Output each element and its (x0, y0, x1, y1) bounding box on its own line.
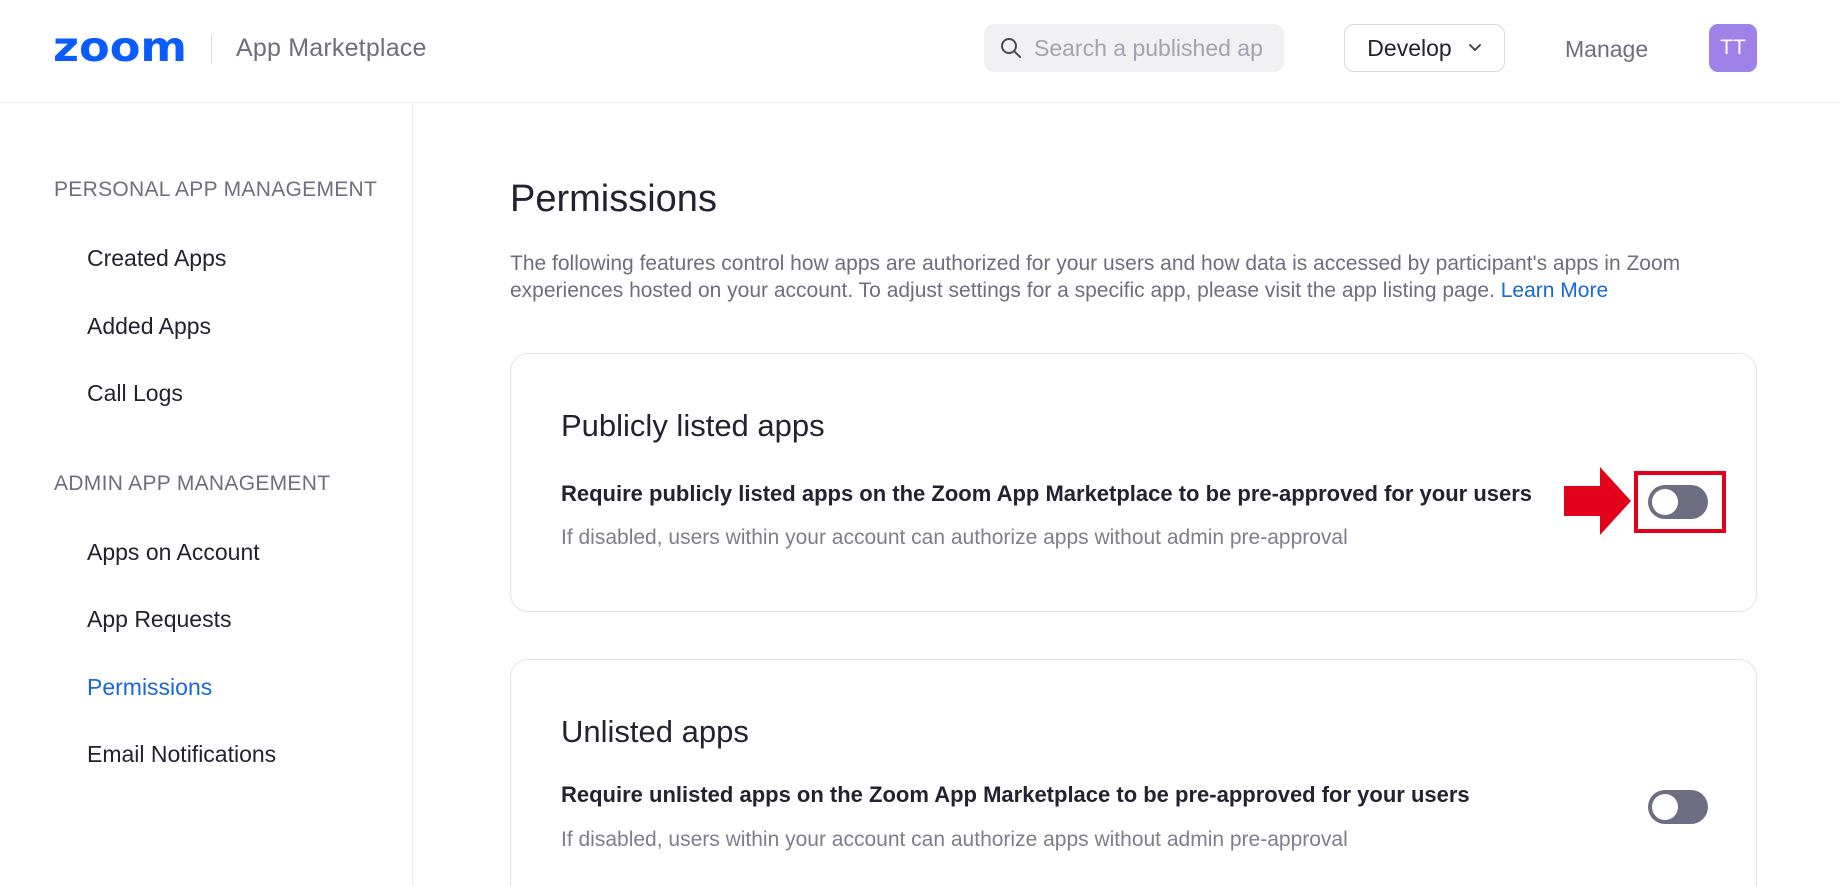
toggle-unlisted-apps[interactable] (1648, 790, 1708, 824)
sidebar-item-app-requests[interactable]: App Requests (87, 606, 231, 633)
unlisted-apps-card: Unlisted apps Require unlisted apps on t… (510, 659, 1757, 886)
setting-label: Require publicly listed apps on the Zoom… (561, 481, 1533, 506)
page-description: The following features control how apps … (510, 250, 1700, 304)
annotation-highlight-box (1634, 471, 1726, 533)
page-title: Permissions (510, 178, 717, 220)
svg-text:zoom: zoom (53, 28, 187, 68)
search-input[interactable] (1034, 34, 1264, 62)
setting-description: If disabled, users within your account c… (561, 828, 1348, 851)
sidebar: PERSONAL APP MANAGEMENT Created Apps Add… (0, 104, 413, 886)
sidebar-item-email-notifications[interactable]: Email Notifications (87, 741, 276, 768)
manage-link[interactable]: Manage (1565, 36, 1648, 63)
section-title-personal: PERSONAL APP MANAGEMENT (54, 178, 378, 201)
learn-more-link[interactable]: Learn More (1501, 279, 1608, 302)
sidebar-item-permissions[interactable]: Permissions (87, 674, 212, 701)
card-title: Publicly listed apps (561, 408, 825, 443)
sidebar-item-created-apps[interactable]: Created Apps (87, 245, 226, 272)
card-title: Unlisted apps (561, 714, 749, 749)
setting-label: Require unlisted apps on the Zoom App Ma… (561, 782, 1470, 807)
search-icon (1001, 38, 1021, 58)
logo-divider (211, 34, 212, 64)
section-title-admin: ADMIN APP MANAGEMENT (54, 472, 331, 495)
sidebar-item-added-apps[interactable]: Added Apps (87, 313, 211, 340)
sidebar-item-apps-on-account[interactable]: Apps on Account (87, 539, 260, 566)
develop-dropdown-button[interactable]: Develop (1344, 24, 1505, 72)
red-arrow-icon (1564, 467, 1631, 535)
develop-label: Develop (1367, 34, 1452, 61)
zoom-logo[interactable]: zoom (53, 28, 188, 68)
top-header: zoom App Marketplace Develop Manage TT (0, 0, 1840, 103)
sidebar-item-call-logs[interactable]: Call Logs (87, 380, 183, 407)
app-marketplace-title: App Marketplace (236, 34, 427, 62)
setting-description: If disabled, users within your account c… (561, 526, 1348, 549)
chevron-down-icon (1468, 44, 1481, 51)
user-avatar[interactable]: TT (1709, 24, 1757, 72)
toggle-knob (1652, 794, 1678, 820)
search-box[interactable] (984, 24, 1284, 72)
